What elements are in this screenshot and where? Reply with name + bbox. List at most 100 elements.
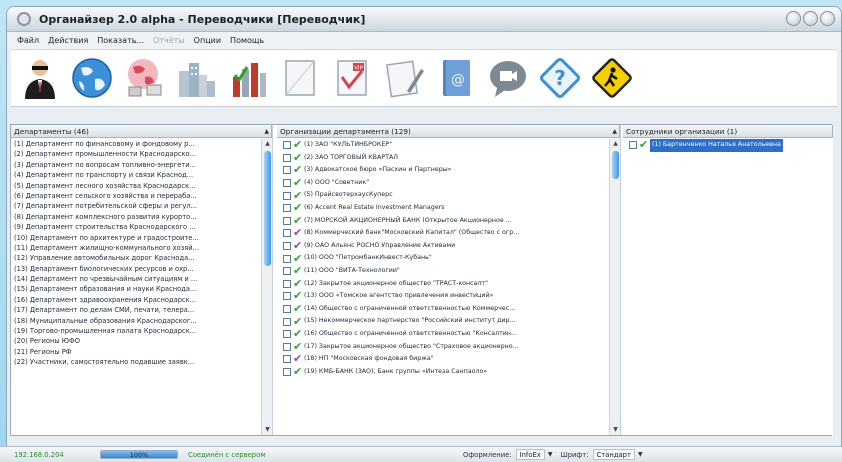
scrollbar-thumb[interactable] (264, 151, 271, 266)
organization-item[interactable]: ✔ (19) КМБ-БАНК (ЗАО), Банк группы «Интез… (277, 366, 608, 379)
font-dropdown-icon[interactable]: ▼ (638, 451, 643, 458)
department-item[interactable]: (3) Департамент по вопросам топливно-эне… (11, 160, 260, 170)
department-item[interactable]: (12) Управление автомобильных дорог Крас… (11, 253, 260, 263)
skin-dropdown-icon[interactable]: ▼ (548, 451, 553, 458)
checkbox[interactable] (283, 166, 291, 175)
department-item[interactable]: (21) Регионы РФ (11, 347, 260, 357)
organization-item[interactable]: ✔ (18) НП "Московская фондовая биржа" (277, 353, 608, 366)
checkbox[interactable] (283, 216, 291, 225)
department-item[interactable]: (2) Департамент промышленности Краснодар… (11, 149, 260, 159)
checkbox[interactable] (283, 204, 291, 213)
department-item[interactable]: (4) Департамент по транспорту и связи Кр… (11, 170, 260, 180)
scroll-up-icon[interactable]: ▲ (262, 139, 272, 149)
toolbar-button-internet[interactable] (67, 51, 117, 105)
department-item[interactable]: (19) Торгово-промышленная палата Краснод… (11, 326, 260, 336)
department-item[interactable]: (18) Муниципальные образования Краснодар… (11, 316, 260, 326)
scroll-down-icon[interactable]: ▼ (610, 425, 620, 435)
organization-item[interactable]: ✔ (11) ООО "ВИТА-Технологии" (277, 265, 608, 278)
department-item[interactable]: (17) Департамент по делам СМИ, печати, т… (11, 305, 260, 315)
organization-item[interactable]: ✔ (6) Accent Real Estate Investment Manag… (277, 202, 608, 215)
menu-file[interactable]: Файл (17, 36, 39, 45)
scrollbar-thumb[interactable] (612, 151, 619, 179)
employee-item[interactable]: ✔ (1) Бартенченко Наталья Анатольевна (623, 139, 833, 152)
menu-options[interactable]: Опции (194, 36, 221, 45)
organization-item[interactable]: ✔ (9) ОАО Альянс РОСНО Управление Активам… (277, 240, 608, 253)
department-item[interactable]: (8) Департамент комплексного развития ку… (11, 212, 260, 222)
checkbox[interactable] (283, 292, 291, 301)
toolbar-button-help[interactable]: ? (535, 51, 585, 105)
menu-help[interactable]: Помощь (230, 36, 264, 45)
menu-show[interactable]: Показать... (97, 36, 144, 45)
checkbox[interactable] (283, 330, 291, 339)
department-item[interactable]: (5) Департамент лесного хозяйства Красно… (11, 181, 260, 191)
toolbar-button-notes[interactable] (379, 51, 429, 105)
department-item[interactable]: (11) Департамент жилищно-коммунального х… (11, 243, 260, 253)
organization-item[interactable]: ✔ (14) Общество с ограниченной ответствен… (277, 303, 608, 316)
scroll-down-icon[interactable]: ▼ (262, 425, 272, 435)
toolbar-button-vip[interactable]: VIP (327, 51, 377, 105)
checkbox[interactable] (283, 305, 291, 314)
organization-item[interactable]: ✔ (7) МОРСКОЙ АКЦИОНЕРНЫЙ БАНК (Открытое … (277, 215, 608, 228)
organization-item[interactable]: ✔ (1) ЗАО "КУЛЬТИНБРОКЕР" (277, 139, 608, 152)
department-item[interactable]: (6) Департамент сельского хозяйства и пе… (11, 191, 260, 201)
department-item[interactable]: (10) Департамент по архитектуре и градос… (11, 233, 260, 243)
employees-header[interactable]: Сотрудники организации (1) (623, 125, 833, 138)
maximize-button[interactable] (803, 11, 818, 26)
checkbox[interactable] (283, 317, 291, 326)
minimize-button[interactable] (786, 11, 801, 26)
departments-scrollbar[interactable]: ▲ ▼ (261, 139, 272, 435)
item-label: (5) ПрайсвотерхаусКуперс (304, 191, 393, 199)
close-button[interactable] (820, 11, 835, 26)
checkbox[interactable] (283, 342, 291, 351)
menu-reports[interactable]: Отчёты (153, 36, 185, 45)
checkbox[interactable] (283, 367, 291, 376)
toolbar-button-network[interactable] (119, 51, 169, 105)
toolbar-button-documents[interactable] (275, 51, 325, 105)
toolbar-button-users[interactable] (15, 51, 65, 105)
department-item[interactable]: (20) Регионы ЮФО (11, 336, 260, 346)
checkbox[interactable] (283, 191, 291, 200)
font-select[interactable]: Стандарт (592, 449, 635, 460)
organization-item[interactable]: ✔ (15) Некоммерческое партнерство "Россий… (277, 315, 608, 328)
checkbox[interactable] (283, 279, 291, 288)
menu-actions[interactable]: Действия (48, 36, 88, 45)
scroll-up-icon[interactable]: ▲ (610, 139, 620, 149)
toolbar-button-organizations[interactable] (223, 51, 273, 105)
organization-item[interactable]: ✔ (17) Закрытое акционерное общество "Стр… (277, 341, 608, 354)
checkbox[interactable] (283, 153, 291, 162)
organization-item[interactable]: ✔ (13) ООО «Томское агентство привлечения… (277, 290, 608, 303)
checkbox[interactable] (283, 242, 291, 251)
title-bar[interactable]: Органайзер 2.0 alpha - Переводчики [Пере… (7, 7, 841, 32)
departments-header[interactable]: Департаменты (46) ▲ (11, 125, 272, 138)
checkbox[interactable] (283, 229, 291, 238)
department-item[interactable]: (14) Департамент по чрезвычайным ситуаци… (11, 274, 260, 284)
department-item[interactable]: (9) Департамент строительства Краснодарс… (11, 222, 260, 232)
organizations-header[interactable]: Организации департамента (129) ▲ (277, 125, 620, 138)
department-item[interactable]: (15) Департамент образования и науки Кра… (11, 284, 260, 294)
department-item[interactable]: (22) Участники, самостоятельно подавшие … (11, 357, 260, 367)
toolbar-button-video[interactable] (483, 51, 533, 105)
department-item[interactable]: (1) Департамент по финансовому и фондово… (11, 139, 260, 149)
checkbox[interactable] (283, 267, 291, 276)
toolbar-button-address-book[interactable]: @ (431, 51, 481, 105)
toolbar-button-exit[interactable] (587, 51, 637, 105)
organization-item[interactable]: ✔ (8) Коммерческий банк"Московский Капита… (277, 227, 608, 240)
checkbox[interactable] (283, 254, 291, 263)
organization-item[interactable]: ✔ (10) ООО "ПетромбанкИнвест-Кубань" (277, 252, 608, 265)
checkbox[interactable] (283, 179, 291, 188)
department-item[interactable]: (7) Департамент потребительской сферы и … (11, 201, 260, 211)
organization-item[interactable]: ✔ (16) Общество с ограниченной ответствен… (277, 328, 608, 341)
checkbox[interactable] (629, 141, 637, 150)
organization-item[interactable]: ✔ (4) ООО "Советник" (277, 177, 608, 190)
department-item[interactable]: (13) Департамент биологических ресурсов … (11, 264, 260, 274)
checkbox[interactable] (283, 355, 291, 364)
skin-select[interactable]: InfoEx (515, 449, 545, 460)
organizations-scrollbar[interactable]: ▲ ▼ (609, 139, 620, 435)
organization-item[interactable]: ✔ (2) ЗАО ТОРГОВЫЙ КВАРТАЛ (277, 152, 608, 165)
organization-item[interactable]: ✔ (3) Адвокатское бюро «Пасхин и Партнеры… (277, 164, 608, 177)
toolbar-button-departments[interactable] (171, 51, 221, 105)
department-item[interactable]: (16) Департамент здравоохранения Краснод… (11, 295, 260, 305)
checkbox[interactable] (283, 141, 291, 150)
organization-item[interactable]: ✔ (12) Закрытое акционерное общество "ТРА… (277, 278, 608, 291)
organization-item[interactable]: ✔ (5) ПрайсвотерхаусКуперс (277, 189, 608, 202)
